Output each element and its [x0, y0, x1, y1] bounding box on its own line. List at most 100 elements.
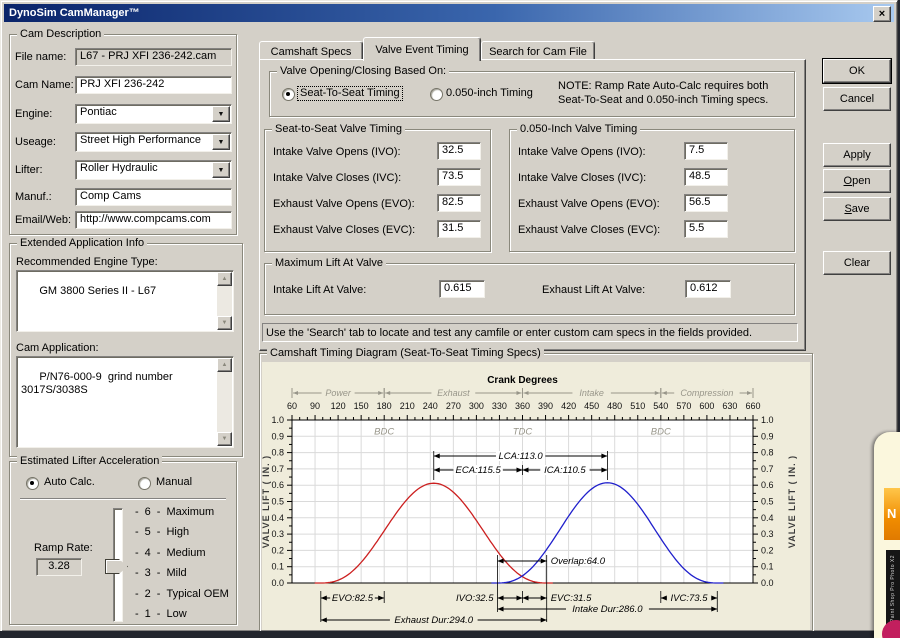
svg-text:Exhaust: Exhaust — [437, 388, 470, 398]
recommended-engine-textarea[interactable]: GM 3800 Series II - L67 ▲▼ — [16, 270, 234, 332]
svg-text:120: 120 — [331, 401, 346, 411]
cam-name-input[interactable]: PRJ XFI 236-242 — [75, 76, 232, 94]
scroll-down-icon[interactable]: ▼ — [217, 432, 232, 446]
ramp-rate-scale: -6-Maximum -5-High -4-Medium -3-Mild -2-… — [135, 506, 231, 621]
svg-text:0.7: 0.7 — [761, 464, 774, 474]
evo-input[interactable]: 82.5 — [437, 194, 481, 212]
email-input[interactable]: http://www.compcams.com — [75, 211, 232, 229]
svg-text:0.1: 0.1 — [761, 562, 774, 572]
seat-to-seat-label[interactable]: Seat-To-Seat Timing — [298, 87, 402, 100]
recommended-engine-label: Recommended Engine Type: — [16, 256, 158, 269]
apply-button[interactable]: Apply — [823, 143, 891, 167]
seat-timing-title: Seat-to-Seat Valve Timing — [272, 123, 405, 136]
cancel-label: Cancel — [840, 93, 874, 105]
max-lift-group: Maximum Lift At Valve Intake Lift At Val… — [264, 263, 795, 315]
product-box-image: Paint Shop Pro Photo X2 — [886, 550, 900, 628]
useage-value: Street High Performance — [80, 134, 201, 146]
lifter-dropdown[interactable]: Roller Hydraulic▼ — [75, 160, 232, 180]
inch-timing-label[interactable]: 0.050-inch Timing — [446, 87, 533, 100]
close-icon[interactable]: × — [873, 6, 891, 22]
auto-calc-label[interactable]: Auto Calc. — [44, 476, 95, 489]
svg-text:BDC: BDC — [374, 426, 394, 437]
evc-input[interactable]: 31.5 — [437, 220, 481, 238]
cam-application-textarea[interactable]: P/N76-000-9 grind number 3017S/3038S ▲▼ — [16, 356, 234, 448]
lifter-accel-group: Estimated Lifter Acceleration Auto Calc.… — [9, 461, 237, 625]
svg-text:IVC:73.5: IVC:73.5 — [671, 593, 709, 604]
svg-text:570: 570 — [676, 401, 691, 411]
svg-text:0.3: 0.3 — [271, 529, 284, 539]
tab-label: Camshaft Specs — [271, 46, 352, 58]
clear-button[interactable]: Clear — [823, 251, 891, 275]
tab-valve-event-timing[interactable]: Valve Event Timing — [363, 37, 481, 61]
scroll-up-icon[interactable]: ▲ — [217, 272, 232, 286]
scroll-up-icon[interactable]: ▲ — [217, 358, 232, 372]
svg-text:390: 390 — [538, 401, 553, 411]
scale-item: -6-Maximum — [135, 506, 231, 519]
ivc-input[interactable]: 73.5 — [437, 168, 481, 186]
valve-basis-title: Valve Opening/Closing Based On: — [277, 65, 449, 78]
ramp-rate-label: Ramp Rate: — [34, 542, 93, 555]
svg-text:480: 480 — [607, 401, 622, 411]
svg-text:Power: Power — [325, 388, 352, 398]
cancel-button[interactable]: Cancel — [823, 87, 891, 111]
svg-text:0.8: 0.8 — [761, 448, 774, 458]
manuf-input[interactable]: Comp Cams — [75, 188, 232, 206]
ivo-input[interactable]: 32.5 — [437, 142, 481, 160]
engine-label: Engine: — [15, 108, 52, 121]
intake-lift-label: Intake Lift At Valve: — [273, 284, 366, 297]
exhaust-lift-input[interactable]: 0.612 — [685, 280, 731, 298]
inch-timing-radio[interactable] — [430, 88, 443, 101]
screen: { "window": {"title": "DynoSim CamManage… — [0, 0, 900, 638]
title-bar[interactable]: DynoSim CamManager™ × — [4, 4, 894, 22]
file-name-field: L67 - PRJ XFI 236-242.cam — [75, 48, 232, 66]
useage-dropdown[interactable]: Street High Performance ▼ — [75, 132, 232, 152]
magenta-shape — [882, 620, 900, 638]
open-button[interactable]: Open — [823, 169, 891, 193]
cam-description-title: Cam Description — [17, 28, 104, 41]
svg-text:0.5: 0.5 — [271, 497, 284, 507]
ivc-050-label: Intake Valve Closes (IVC): — [518, 172, 646, 185]
svg-text:0.9: 0.9 — [761, 431, 774, 441]
ad-letter: N — [887, 506, 896, 521]
svg-text:1.0: 1.0 — [271, 415, 284, 425]
background-window-sliver: N Paint Shop Pro Photo X2 — [874, 432, 900, 638]
max-lift-title: Maximum Lift At Valve — [272, 257, 386, 270]
svg-text:Compression: Compression — [680, 388, 733, 398]
save-button[interactable]: Save — [823, 197, 891, 221]
evc-050-input[interactable]: 5.5 — [684, 220, 728, 238]
svg-text:Overlap:64.0: Overlap:64.0 — [551, 556, 606, 567]
seat-to-seat-radio[interactable] — [282, 88, 295, 101]
inch-timing-title: 0.050-Inch Valve Timing — [517, 123, 640, 136]
dialog-window: DynoSim CamManager™ × Cam Description Fi… — [0, 0, 898, 632]
scroll-down-icon[interactable]: ▼ — [217, 316, 232, 330]
svg-text:EVC:31.5: EVC:31.5 — [551, 593, 592, 604]
lifter-label: Lifter: — [15, 164, 43, 177]
ok-button[interactable]: OK — [823, 59, 891, 83]
svg-text:Exhaust Dur:294.0: Exhaust Dur:294.0 — [394, 615, 473, 626]
ramp-rate-slider-thumb[interactable] — [105, 559, 128, 574]
chevron-down-icon[interactable]: ▼ — [212, 162, 230, 178]
valve-basis-group: Valve Opening/Closing Based On: Seat-To-… — [269, 71, 795, 117]
intake-lift-input[interactable]: 0.615 — [439, 280, 485, 298]
scrollbar[interactable]: ▲▼ — [217, 272, 232, 330]
open-label: pen — [852, 175, 870, 187]
cam-description-group: Cam Description File name: L67 - PRJ XFI… — [9, 34, 237, 235]
chevron-down-icon[interactable]: ▼ — [212, 106, 230, 122]
ivo-050-input[interactable]: 7.5 — [684, 142, 728, 160]
svg-text:0.6: 0.6 — [761, 480, 774, 490]
manual-radio[interactable] — [138, 477, 151, 490]
engine-dropdown[interactable]: Pontiac▼ — [75, 104, 232, 124]
desktop-strip — [0, 631, 900, 638]
chevron-down-icon[interactable]: ▼ — [212, 134, 230, 150]
scrollbar[interactable]: ▲▼ — [217, 358, 232, 446]
cam-application-value: P/N76-000-9 grind number 3017S/3038S — [21, 371, 173, 396]
auto-calc-radio[interactable] — [26, 477, 39, 490]
manual-label[interactable]: Manual — [156, 476, 192, 489]
svg-text:420: 420 — [561, 401, 576, 411]
tab-label: Search for Cam File — [489, 46, 587, 58]
file-name-label: File name: — [15, 51, 66, 64]
ramp-rate-note: NOTE: Ramp Rate Auto-Calc requires both … — [558, 79, 788, 107]
ivc-050-input[interactable]: 48.5 — [684, 168, 728, 186]
evo-050-input[interactable]: 56.5 — [684, 194, 728, 212]
recommended-engine-value: GM 3800 Series II - L67 — [39, 285, 156, 297]
